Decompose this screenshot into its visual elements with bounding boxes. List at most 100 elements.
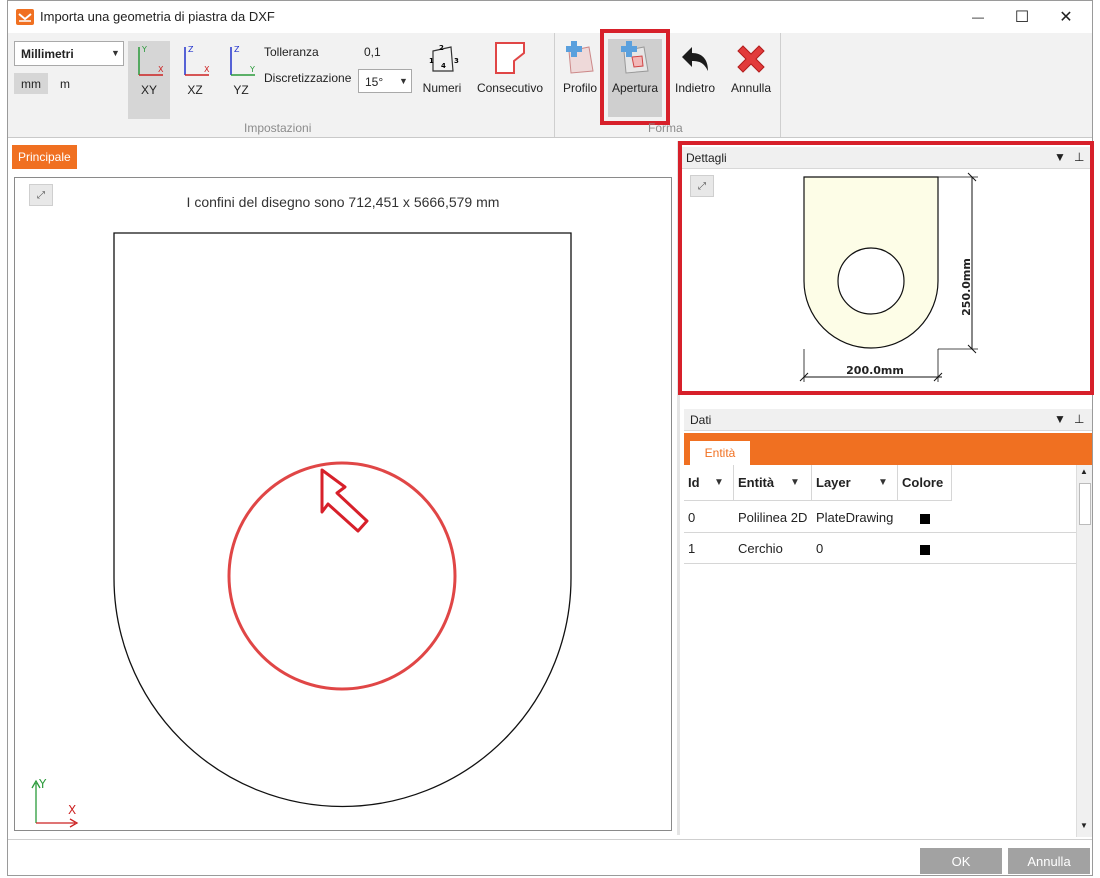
settings-group-label: Impostazioni: [244, 121, 312, 135]
tolerance-label: Tolleranza: [264, 45, 319, 59]
xy-axes-icon: Y X: [133, 41, 165, 79]
dxf-import-dialog: Importa una geometria di piastra da DXF …: [7, 0, 1094, 876]
maximize-button[interactable]: ☐: [1002, 5, 1042, 29]
filter-icon[interactable]: ▼: [878, 477, 888, 488]
opening-highlight-frame: [600, 29, 670, 125]
cell-color-swatch: [920, 514, 930, 524]
ribbon-separator: [780, 33, 781, 137]
table-row[interactable]: 1 Cerchio 0: [684, 533, 1076, 564]
minimize-icon: —: [972, 10, 984, 24]
scroll-up-icon[interactable]: ▲: [1080, 467, 1088, 476]
table-row[interactable]: 0 Polilinea 2D PlateDrawing: [684, 502, 1076, 533]
plane-xy-label: XY: [140, 83, 157, 97]
minimize-button[interactable]: —: [958, 5, 998, 29]
cell-layer: PlateDrawing: [816, 510, 894, 525]
tab-entita[interactable]: Entità: [690, 439, 750, 465]
cell-id: 0: [688, 510, 696, 525]
plane-xy-button[interactable]: Y X XY: [128, 41, 170, 119]
vertex-number: 1: [429, 57, 434, 65]
details-panel: Dettagli ▼ ⊥ ⤢ 250.0mm 200.0mm: [678, 141, 1094, 397]
scroll-down-icon[interactable]: ▼: [1080, 821, 1088, 830]
vertex-number: 2: [439, 44, 444, 52]
red-arrow-pointer-icon: [320, 468, 369, 533]
column-header-entity[interactable]: Entità ▼: [734, 465, 812, 501]
consecutive-shape-icon: [492, 39, 528, 77]
numbers-label: Numeri: [422, 81, 462, 95]
unit-toggle-m[interactable]: m: [48, 73, 82, 94]
cell-entity: Polilinea 2D: [738, 510, 808, 525]
vertex-number: 3: [454, 57, 459, 65]
ok-button[interactable]: OK: [920, 848, 1002, 874]
data-title: Dati: [690, 413, 712, 427]
axis-v-label: Z: [188, 45, 194, 54]
units-selected-value: Millimetri: [21, 47, 74, 61]
numbered-vertices-icon: 1 2 3 4: [425, 39, 459, 77]
ribbon-toolbar: Millimetri ▼ mm m Y X XY Z X XZ Z Y YZ T…: [8, 29, 1092, 138]
data-panel: Dati ▼ ⊥ Entità Id ▼ Entità ▼ Layer ▼ Co…: [684, 409, 1092, 837]
details-highlight-frame: [678, 141, 1094, 395]
cell-color-swatch: [920, 545, 930, 555]
profile-label: Profilo: [562, 81, 597, 95]
window-title: Importa una geometria di piastra da DXF: [40, 9, 275, 24]
close-button[interactable]: ✕: [1046, 5, 1086, 29]
yz-axes-icon: Z Y: [225, 41, 257, 79]
dialog-footer: OK Annulla: [8, 839, 1092, 875]
column-header-color[interactable]: Colore: [898, 465, 952, 501]
panel-menu-chevron-icon[interactable]: ▼: [1054, 412, 1066, 426]
shape-group-label: Forma: [648, 121, 683, 135]
numbers-button[interactable]: 1 2 3 4 Numeri: [418, 39, 466, 95]
filter-icon[interactable]: ▼: [790, 477, 800, 488]
discretization-value: 15°: [365, 75, 384, 89]
column-header-layer[interactable]: Layer ▼: [812, 465, 898, 501]
cell-layer: 0: [816, 541, 824, 556]
axis-h-label: Y: [249, 65, 255, 74]
cell-entity: Cerchio: [738, 541, 783, 556]
title-bar: Importa una geometria di piastra da DXF …: [8, 1, 1092, 33]
back-button[interactable]: Indietro: [672, 39, 718, 95]
drawing-bounds-text: I confini del disegno sono 712,451 x 566…: [186, 194, 500, 210]
plane-xz-button[interactable]: Z X XZ: [174, 41, 216, 97]
red-x-icon: [733, 39, 769, 77]
y-axis-label: Y: [38, 777, 47, 791]
axis-h-label: X: [158, 65, 164, 74]
unit-toggle-mm[interactable]: mm: [14, 73, 48, 94]
app-logo-icon: [16, 9, 34, 25]
data-grid-scrollbar[interactable]: ▲ ▼: [1076, 465, 1092, 837]
cell-id: 1: [688, 541, 696, 556]
plate-outline[interactable]: [113, 232, 572, 808]
axis-v-label: Z: [234, 45, 240, 54]
plane-yz-label: YZ: [233, 83, 249, 97]
pin-icon[interactable]: ⊥: [1074, 412, 1084, 426]
scrollbar-thumb[interactable]: [1079, 483, 1091, 525]
tab-principale[interactable]: Principale: [12, 145, 77, 169]
axis-h-label: X: [204, 65, 210, 74]
cancel-shape-label: Annulla: [730, 81, 772, 95]
drawing-svg: Y X: [31, 232, 572, 828]
close-icon: ✕: [1059, 9, 1073, 26]
column-header-id[interactable]: Id ▼: [684, 465, 734, 501]
tolerance-value[interactable]: 0,1: [364, 45, 381, 59]
x-axis-label: X: [68, 803, 76, 817]
cancel-shape-button[interactable]: Annulla: [724, 39, 778, 95]
discretization-label: Discretizzazione: [264, 71, 352, 85]
profile-button[interactable]: Profilo: [560, 39, 600, 95]
drawing-canvas[interactable]: Y X ⤢ I confini del disegno sono 712,451…: [14, 177, 672, 831]
filter-icon[interactable]: ▼: [714, 477, 724, 488]
xz-axes-icon: Z X: [179, 41, 211, 79]
units-dropdown[interactable]: Millimetri ▼: [14, 41, 124, 66]
add-profile-icon: [563, 39, 597, 77]
plane-xz-label: XZ: [187, 83, 203, 97]
vertex-number: 4: [441, 62, 446, 70]
consecutive-label: Consecutivo: [476, 81, 544, 95]
axis-v-label: Y: [141, 45, 147, 54]
ribbon-separator: [554, 33, 555, 137]
discretization-dropdown[interactable]: 15° ▼: [358, 69, 412, 93]
chevron-down-icon: ▼: [399, 76, 408, 86]
plane-yz-button[interactable]: Z Y YZ: [220, 41, 262, 97]
consecutive-button[interactable]: Consecutivo: [472, 39, 548, 95]
chevron-down-icon: ▼: [111, 48, 120, 58]
maximize-icon: ☐: [1014, 9, 1030, 26]
back-label: Indietro: [674, 81, 716, 95]
undo-arrow-icon: [678, 39, 712, 77]
cancel-button[interactable]: Annulla: [1008, 848, 1090, 874]
